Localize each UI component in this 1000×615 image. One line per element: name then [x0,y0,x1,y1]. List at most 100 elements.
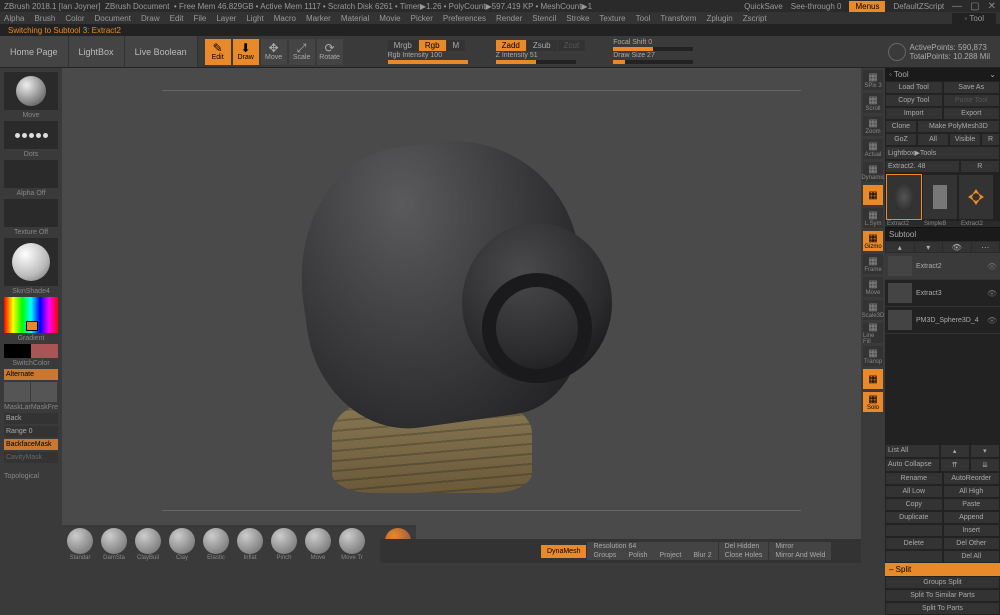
menu-alpha[interactable]: Alpha [4,14,24,23]
rail-button[interactable]: ▦Zoom [863,116,883,136]
tool-grid-button[interactable]: Rename [885,472,943,485]
menu-transform[interactable]: Transform [660,14,696,23]
rail-button[interactable]: ▦Frame [863,254,883,274]
brush-preview[interactable] [4,72,58,110]
close-holes-button[interactable]: Close Holes [719,551,769,560]
goz-all-button[interactable]: All [917,133,949,146]
load-tool-button[interactable]: Load Tool [885,81,943,94]
z-intensity-slider[interactable]: Z Intensity 51 [496,52,586,59]
tool-grid-button[interactable]: All High [943,485,1000,498]
backfacemask-button[interactable]: BackfaceMask [4,439,58,450]
save-as-button[interactable]: Save As [943,81,1000,94]
polish-button[interactable]: Polish [622,551,653,560]
del-hidden-button[interactable]: Del Hidden [719,542,769,551]
brush-shelf-item[interactable]: Move [302,528,334,561]
menu-marker[interactable]: Marker [306,14,331,23]
copy-tool-button[interactable]: Copy Tool [885,94,943,107]
draw-button[interactable]: ⬇Draw [233,39,259,65]
menu-texture[interactable]: Texture [599,14,625,23]
menu-layer[interactable]: Layer [216,14,236,23]
current-tool-label[interactable]: Extract2. 48 [885,160,960,173]
menu-zscript[interactable]: Zscript [743,14,767,23]
export-button[interactable]: Export [943,107,1000,120]
rail-button[interactable]: ▦Move [863,277,883,297]
zcut-button[interactable]: Zcut [558,40,586,51]
menu-brush[interactable]: Brush [34,14,55,23]
subtool-down-icon[interactable]: ▾ [915,242,943,252]
subtool-settings-icon[interactable]: ⋯ [972,242,1000,252]
menu-light[interactable]: Light [246,14,263,23]
brush-shelf-item[interactable]: ClayBuil [132,528,164,561]
auto-collapse-button[interactable]: Auto Collapse [885,458,940,472]
mirror-button[interactable]: Mirror [769,542,831,551]
brush-shelf-item[interactable]: Elastic [200,528,232,561]
tab-lightbox[interactable]: LightBox [69,36,125,67]
zsub-button[interactable]: Zsub [527,40,557,51]
tab-boolean[interactable]: Live Boolean [125,36,198,67]
rail-button[interactable]: ▦Transp [863,346,883,366]
tool-grid-button[interactable]: Copy [885,498,943,511]
switch-color[interactable] [4,344,58,358]
edit-button[interactable]: ✎Edit [205,39,231,65]
brush-shelf-item[interactable]: Clay [166,528,198,561]
rail-button[interactable]: ▦Solo [863,392,883,412]
tool-grid-button[interactable]: Paste [943,498,1000,511]
subtool-up-icon[interactable]: ▴ [886,242,914,252]
gradient-label[interactable]: Gradient [4,335,58,342]
draw-size-slider[interactable]: Draw Size 27 [613,52,693,59]
split-parts-button[interactable]: Split To Parts [885,602,1000,615]
goz-visible-button[interactable]: Visible [949,133,981,146]
rgb-button[interactable]: Rgb [419,40,446,51]
tool-thumb[interactable] [959,175,993,219]
range-slider[interactable]: Range 0 [4,426,58,437]
dynamesh-button[interactable]: DynaMesh [541,545,586,558]
subtool-item[interactable]: PM3D_Sphere3D_4👁 [885,307,1000,334]
tool-thumb[interactable] [923,175,957,219]
tool-palette-tab[interactable]: ◦ Tool [952,13,996,24]
menu-stroke[interactable]: Stroke [566,14,589,23]
rotate-button[interactable]: ⟳Rotate [317,39,343,65]
brush-shelf-item[interactable]: Inflat [234,528,266,561]
clone-button[interactable]: Clone [885,120,917,133]
menu-file[interactable]: File [193,14,206,23]
subtool-item[interactable]: Extract2👁 [885,253,1000,280]
tool-grid-button[interactable]: AutoReorder [943,472,1000,485]
rail-button[interactable]: ▦Scroll [863,93,883,113]
groups-button[interactable]: Groups [587,551,622,560]
menu-material[interactable]: Material [341,14,369,23]
tool-grid-button[interactable]: Delete [885,537,943,550]
groups-split-button[interactable]: Groups Split [885,576,1000,589]
rail-button[interactable]: ▦Line Fill [863,323,883,343]
import-button[interactable]: Import [885,107,943,120]
switchcolor-label[interactable]: SwitchColor [4,360,58,367]
project-button[interactable]: Project [654,551,688,560]
tool-grid-button[interactable]: All Low [885,485,943,498]
menu-draw[interactable]: Draw [141,14,160,23]
r-button[interactable]: R [960,160,1000,173]
rail-button[interactable]: ▦Actual [863,139,883,159]
menu-document[interactable]: Document [95,14,131,23]
stroke-preview[interactable] [4,121,58,149]
rail-button[interactable]: ▦Gizmo [863,231,883,251]
minimize-icon[interactable]: — [952,1,962,12]
move-button[interactable]: ✥Move [261,39,287,65]
m-button[interactable]: M [447,40,466,51]
rail-button[interactable]: ▦Dynamic [863,162,883,182]
goz-button[interactable]: GoZ [885,133,917,146]
menu-preferences[interactable]: Preferences [443,14,486,23]
split-header[interactable]: – Split [885,563,1000,576]
rgb-intensity-slider[interactable]: Rgb Intensity 100 [388,52,468,59]
rail-button[interactable]: ▦SPix 3 [863,70,883,90]
topological-label[interactable]: Topological [4,473,58,480]
brush-shelf-item[interactable]: Pinch [268,528,300,561]
arrow-up-icon[interactable]: ▴ [940,444,970,458]
subtool-eye-icon[interactable]: 👁 [943,242,971,252]
quicksave-button[interactable]: QuickSave [744,2,783,11]
tool-grid-button[interactable] [885,550,943,563]
menus-button[interactable]: Menus [849,1,885,12]
mirror-weld-button[interactable]: Mirror And Weld [769,551,831,560]
focal-shift-slider[interactable]: Focal Shift 0 [613,39,693,46]
maximize-icon[interactable]: ▢ [970,1,979,12]
list-all-button[interactable]: List All [885,444,940,458]
menu-edit[interactable]: Edit [170,14,184,23]
